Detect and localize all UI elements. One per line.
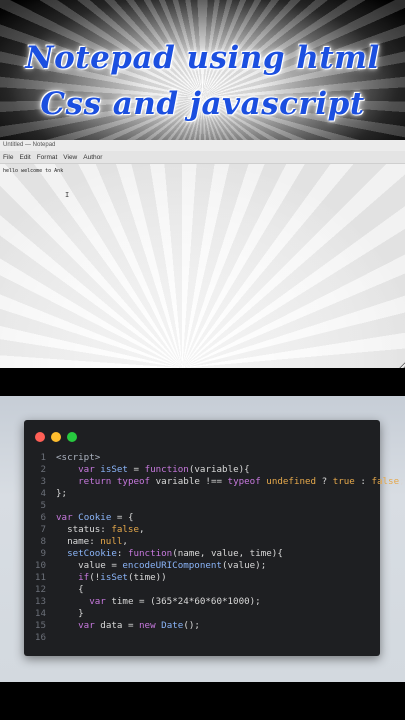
- code-line: 12 {: [24, 584, 380, 596]
- text-cursor-icon: I: [65, 191, 70, 199]
- code-line: 7 status: false,: [24, 524, 380, 536]
- code-text: };: [56, 488, 68, 499]
- line-number: 3: [40, 476, 46, 487]
- code-text: if(!isSet(time)): [78, 572, 167, 583]
- code-text: name: null,: [56, 536, 128, 547]
- banner-title-line-2: Css and javascript: [40, 86, 365, 122]
- code-line: 11 if(!isSet(time)): [24, 572, 380, 584]
- banner-title-line-1: Notepad using html: [25, 40, 380, 76]
- code-line: 13 var time = (365*24*60*60*1000);: [24, 596, 380, 608]
- code-line: 9 setCookie: function(name, value, time)…: [24, 548, 380, 560]
- line-number: 12: [34, 584, 46, 595]
- line-number: 15: [34, 620, 46, 631]
- code-text: value = encodeURIComponent(value);: [56, 560, 267, 571]
- code-text: var time = (365*24*60*60*1000);: [89, 596, 261, 607]
- code-text: var data = new Date();: [78, 620, 200, 631]
- line-number: 1: [40, 452, 46, 463]
- code-stage: 1 <script> 2 var isSet = function(variabl…: [0, 396, 405, 682]
- title-banner: Notepad using html Css and javascript: [0, 0, 405, 140]
- code-text: }: [56, 608, 84, 619]
- line-number: 16: [34, 632, 46, 643]
- line-number: 6: [40, 512, 46, 523]
- line-number: 4: [40, 488, 46, 499]
- code-line: 4};: [24, 488, 380, 500]
- line-number: 7: [40, 524, 46, 535]
- code-line: 2 var isSet = function(variable){: [24, 464, 380, 476]
- code-line: 1 <script>: [24, 452, 380, 464]
- line-number: 2: [40, 464, 46, 475]
- code-text: var Cookie = {: [56, 512, 134, 523]
- code-editor: 1 <script> 2 var isSet = function(variabl…: [24, 452, 405, 644]
- code-line: 3 return typeof variable !== typeof unde…: [24, 476, 404, 488]
- code-text: <script>: [56, 452, 101, 463]
- menu-bar: File Edit Format View Author: [0, 151, 405, 164]
- line-number: 5: [40, 500, 46, 511]
- close-dot-icon[interactable]: [35, 432, 45, 442]
- code-line: 16: [24, 632, 380, 644]
- code-text: var isSet = function(variable){: [78, 464, 250, 475]
- menu-format[interactable]: Format: [37, 151, 58, 163]
- code-text: status: false,: [56, 524, 145, 535]
- code-text: {: [56, 584, 84, 595]
- maximize-dot-icon[interactable]: [67, 432, 77, 442]
- code-line: 8 name: null,: [24, 536, 380, 548]
- line-number: 9: [40, 548, 46, 559]
- code-text: return typeof variable !== typeof undefi…: [78, 476, 405, 487]
- window-title: Untitled — Notepad: [0, 140, 405, 151]
- menu-view[interactable]: View: [63, 151, 77, 163]
- menu-author[interactable]: Author: [83, 151, 102, 163]
- minimize-dot-icon[interactable]: [51, 432, 61, 442]
- code-window: 1 <script> 2 var isSet = function(variabl…: [24, 420, 405, 656]
- notepad-app: Untitled — Notepad File Edit Format View…: [0, 140, 405, 368]
- line-number: 8: [40, 536, 46, 547]
- code-text: setCookie: function(name, value, time){: [67, 548, 283, 559]
- window-controls: [35, 432, 77, 442]
- code-line: 5: [24, 500, 380, 512]
- line-number: 14: [34, 608, 46, 619]
- line-number: 10: [34, 560, 46, 571]
- code-line: 10 value = encodeURIComponent(value);: [24, 560, 380, 572]
- notepad-text-area[interactable]: hello welcome to Ank: [1, 166, 405, 368]
- code-line: 6 var Cookie = {: [24, 512, 380, 524]
- menu-edit[interactable]: Edit: [19, 151, 30, 163]
- line-number: 13: [34, 596, 46, 607]
- code-line: 14 }: [24, 608, 380, 620]
- line-number: 11: [34, 572, 46, 583]
- code-line: 15 var data = new Date();: [24, 620, 380, 632]
- menu-file[interactable]: File: [3, 151, 13, 163]
